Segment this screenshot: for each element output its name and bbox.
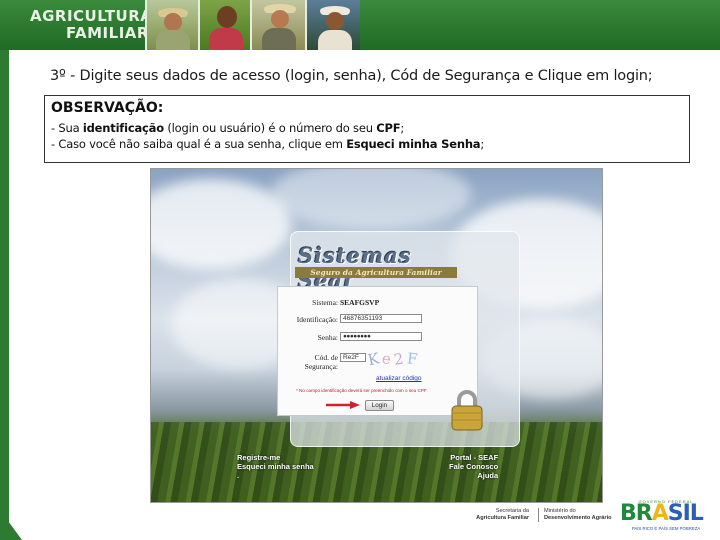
left-accent-bar — [0, 50, 9, 522]
senha-label: Senha: — [317, 333, 338, 342]
sistema-label: Sistema: — [312, 298, 338, 307]
codigo-label-line2: Segurança: — [304, 362, 338, 371]
observation-title: OBSERVAÇÃO: — [51, 100, 164, 116]
sistema-value: SEAFGSVP — [340, 298, 380, 307]
farmer-photo-1 — [145, 0, 198, 50]
obs2-end: ; — [480, 137, 485, 151]
farmer-photo-3 — [250, 0, 305, 50]
brasil-wordmark: BRASIL — [620, 501, 704, 526]
identificacao-label: Identificação: — [296, 315, 338, 324]
portal-seaf-link[interactable]: Portal - SEAF — [449, 453, 498, 462]
brasil-part-3: SIL — [667, 501, 704, 526]
captcha-image: Ke2F — [366, 349, 430, 370]
ministerio-logo: Ministério do Desenvolvimento Agrário — [538, 508, 618, 522]
brasil-part-1: BR — [620, 501, 653, 526]
cpf-warning: * No campo identificação deverá ser pree… — [296, 388, 427, 393]
login-button[interactable]: Login — [365, 400, 394, 411]
observation-box: OBSERVAÇÃO: - Sua identificação (login o… — [44, 95, 690, 163]
padlock-icon — [451, 390, 483, 431]
header-banner: AGRICULTURA FAMILIAR — [0, 0, 720, 50]
obs1-end: ; — [400, 121, 405, 135]
left-accent-corner — [0, 522, 22, 540]
secretaria-line1: Secretaria da — [495, 508, 529, 514]
secretaria-line2: Agricultura Familiar — [476, 515, 529, 521]
esqueci-senha-link[interactable]: Esqueci minha senha — [237, 462, 314, 471]
obs1-bold-cpf: CPF — [376, 121, 401, 135]
obs1-prefix: - Sua — [51, 121, 83, 135]
observation-line-1: - Sua identificação (login ou usuário) é… — [51, 120, 683, 136]
captcha-char-4: F — [405, 349, 422, 369]
secretaria-logo: Secretaria da Agricultura Familiar — [457, 508, 529, 522]
login-screenshot: Sistemas Seaf Seguro da Agricultura Fami… — [150, 168, 603, 503]
program-title-line1: AGRICULTURA — [30, 7, 153, 25]
senha-input[interactable]: ●●●●●●●● — [340, 332, 422, 341]
login-footer-left: Registre-me Esqueci minha senha . — [237, 453, 314, 480]
obs2-bold-esqueci: Esqueci minha Senha — [346, 137, 481, 151]
brasil-part-2: A — [651, 501, 669, 526]
farmer-photo-4 — [305, 0, 360, 50]
obs1-bold-identificacao: identificação — [82, 121, 164, 135]
observation-line-2: - Caso você não saiba qual é a sua senha… — [51, 136, 683, 152]
login-form: Sistema: SEAFGSVP Identificação: 4687635… — [277, 286, 478, 416]
codigo-label-line1: Cód. de — [314, 353, 338, 362]
ministerio-line1: Ministério do — [544, 508, 576, 514]
program-title-line2: FAMILIAR — [66, 24, 149, 42]
fale-conosco-link[interactable]: Fale Conosco — [449, 462, 498, 471]
brasil-government-logo: GOVERNO FEDERAL BRASIL PAÍS RICO É PAÍS … — [620, 499, 712, 531]
atualizar-codigo-link[interactable]: atualizar código — [376, 375, 422, 382]
red-arrow-icon — [326, 401, 360, 409]
codigo-input[interactable]: Re2F — [340, 353, 366, 362]
sistemas-seaf-logo: Sistemas Seaf Seguro da Agricultura Fami… — [295, 243, 457, 293]
ministerio-line2: Desenvolvimento Agrário — [544, 515, 612, 521]
obs2-prefix: - Caso você não saiba qual é a sua senha… — [51, 137, 347, 151]
seaf-logo-subtitle: Seguro da Agricultura Familiar — [295, 267, 457, 278]
step-instruction: 3º - Digite seus dados de acesso (login,… — [50, 68, 653, 84]
identificacao-input[interactable]: 46876351193 — [340, 314, 422, 323]
login-footer-right: Portal - SEAF Fale Conosco Ajuda — [449, 453, 498, 480]
registre-me-link[interactable]: Registre-me — [237, 453, 314, 462]
codigo-label: Cód. de Segurança: — [280, 353, 338, 371]
footer-left-dot: . — [237, 471, 240, 480]
obs1-mid: (login ou usuário) é o número do seu — [163, 121, 377, 135]
program-logo: AGRICULTURA FAMILIAR — [30, 8, 152, 42]
ajuda-link[interactable]: Ajuda — [449, 471, 498, 480]
farmer-photo-2 — [198, 0, 250, 50]
brasil-slogan: PAÍS RICO É PAÍS SEM POBREZA — [631, 526, 701, 531]
